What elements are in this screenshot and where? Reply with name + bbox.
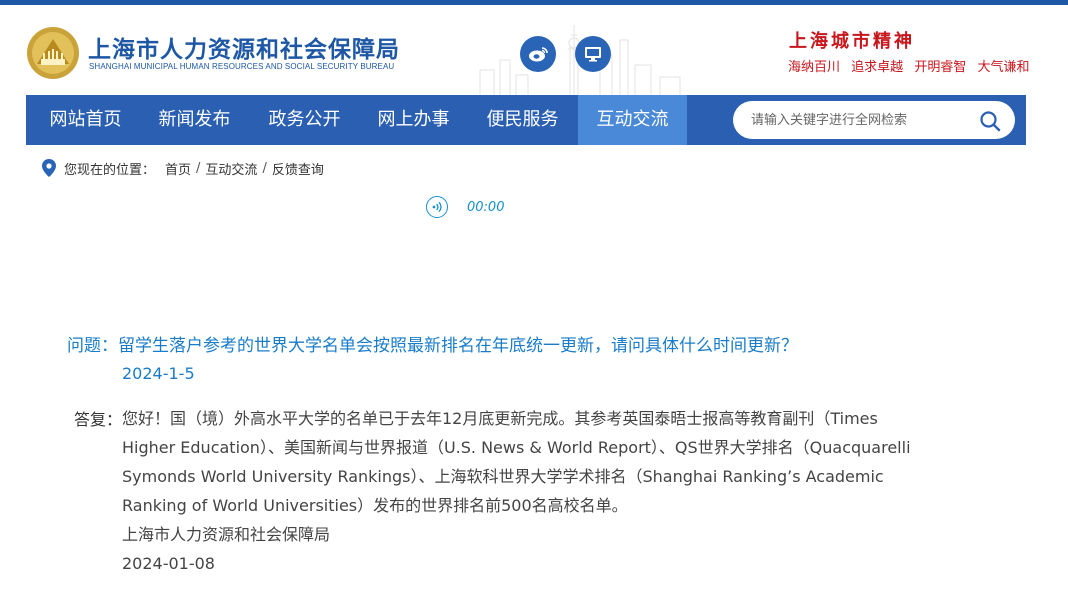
search-input[interactable] <box>751 110 971 130</box>
answer-label: 答复： <box>74 410 123 429</box>
breadcrumb-lead: 您现在的位置： <box>64 162 156 178</box>
answer-signature: 上海市人力资源和社会保障局 <box>122 525 331 544</box>
breadcrumb-interaction[interactable]: 互动交流 <box>205 159 257 178</box>
nav-item-public-services[interactable]: 便民服务 <box>468 95 577 145</box>
breadcrumb: 您现在的位置： 首页 / 互动交流 / 反馈查询 <box>42 157 324 179</box>
question-text: 问题：留学生落户参考的世界大学名单会按照最新排名在年底统一更新，请问具体什么时间… <box>67 336 798 356</box>
breadcrumb-feedback-query[interactable]: 反馈查询 <box>272 159 324 178</box>
location-pin-icon <box>42 159 56 177</box>
spirit-word: 大气谦和 <box>977 60 1030 75</box>
spirit-word: 开明睿智 <box>914 60 967 75</box>
answer-line: Ranking of World Universities）发布的世界排名前50… <box>122 496 628 515</box>
city-spirit-words: 海纳百川 追求卓越 开明睿智 大气谦和 <box>788 56 1036 75</box>
audio-play-button[interactable] <box>426 196 448 218</box>
weibo-icon <box>529 47 548 62</box>
bureau-logo-icon[interactable] <box>26 26 80 80</box>
spirit-word: 追求卓越 <box>851 60 904 75</box>
accessibility-screen-button[interactable] <box>575 36 611 72</box>
nav-item-government-info[interactable]: 政务公开 <box>250 95 359 145</box>
spirit-word: 海纳百川 <box>788 60 841 75</box>
nav-item-news[interactable]: 新闻发布 <box>140 95 249 145</box>
weibo-button[interactable] <box>520 36 556 72</box>
answer-line: 您好！国（境）外高水平大学的名单已于去年12月底更新完成。其参考英国泰晤士报高等… <box>122 409 878 428</box>
audio-player: 00:00 <box>426 195 504 219</box>
sound-wave-icon <box>432 201 442 213</box>
city-spirit-title: 上海城市精神 <box>789 31 915 52</box>
site-title[interactable]: 上海市人力资源和社会保障局 <box>88 30 400 64</box>
monitor-icon <box>585 47 601 62</box>
answer-line: Higher Education）、美国新闻与世界报道（U.S. News & … <box>122 438 911 457</box>
audio-time: 00:00 <box>467 199 505 215</box>
breadcrumb-home[interactable]: 首页 <box>165 159 191 178</box>
question-date: 2024-1-5 <box>122 364 195 383</box>
search-icon[interactable] <box>979 110 1001 132</box>
answer-body: 您好！国（境）外高水平大学的名单已于去年12月底更新完成。其参考英国泰晤士报高等… <box>122 404 922 578</box>
nav-item-home[interactable]: 网站首页 <box>31 95 140 145</box>
site-header: 上海市人力资源和社会保障局 SHANGHAI MUNICIPAL HUMAN R… <box>0 5 1068 100</box>
nav-item-online-services[interactable]: 网上办事 <box>359 95 468 145</box>
nav-item-interaction[interactable]: 互动交流 <box>578 95 687 145</box>
answer-line: Symonds World University Rankings）、上海软科世… <box>122 467 884 486</box>
site-subtitle: SHANGHAI MUNICIPAL HUMAN RESOURCES AND S… <box>89 62 395 71</box>
search-box <box>733 101 1015 139</box>
answer-date: 2024-01-08 <box>122 554 215 573</box>
